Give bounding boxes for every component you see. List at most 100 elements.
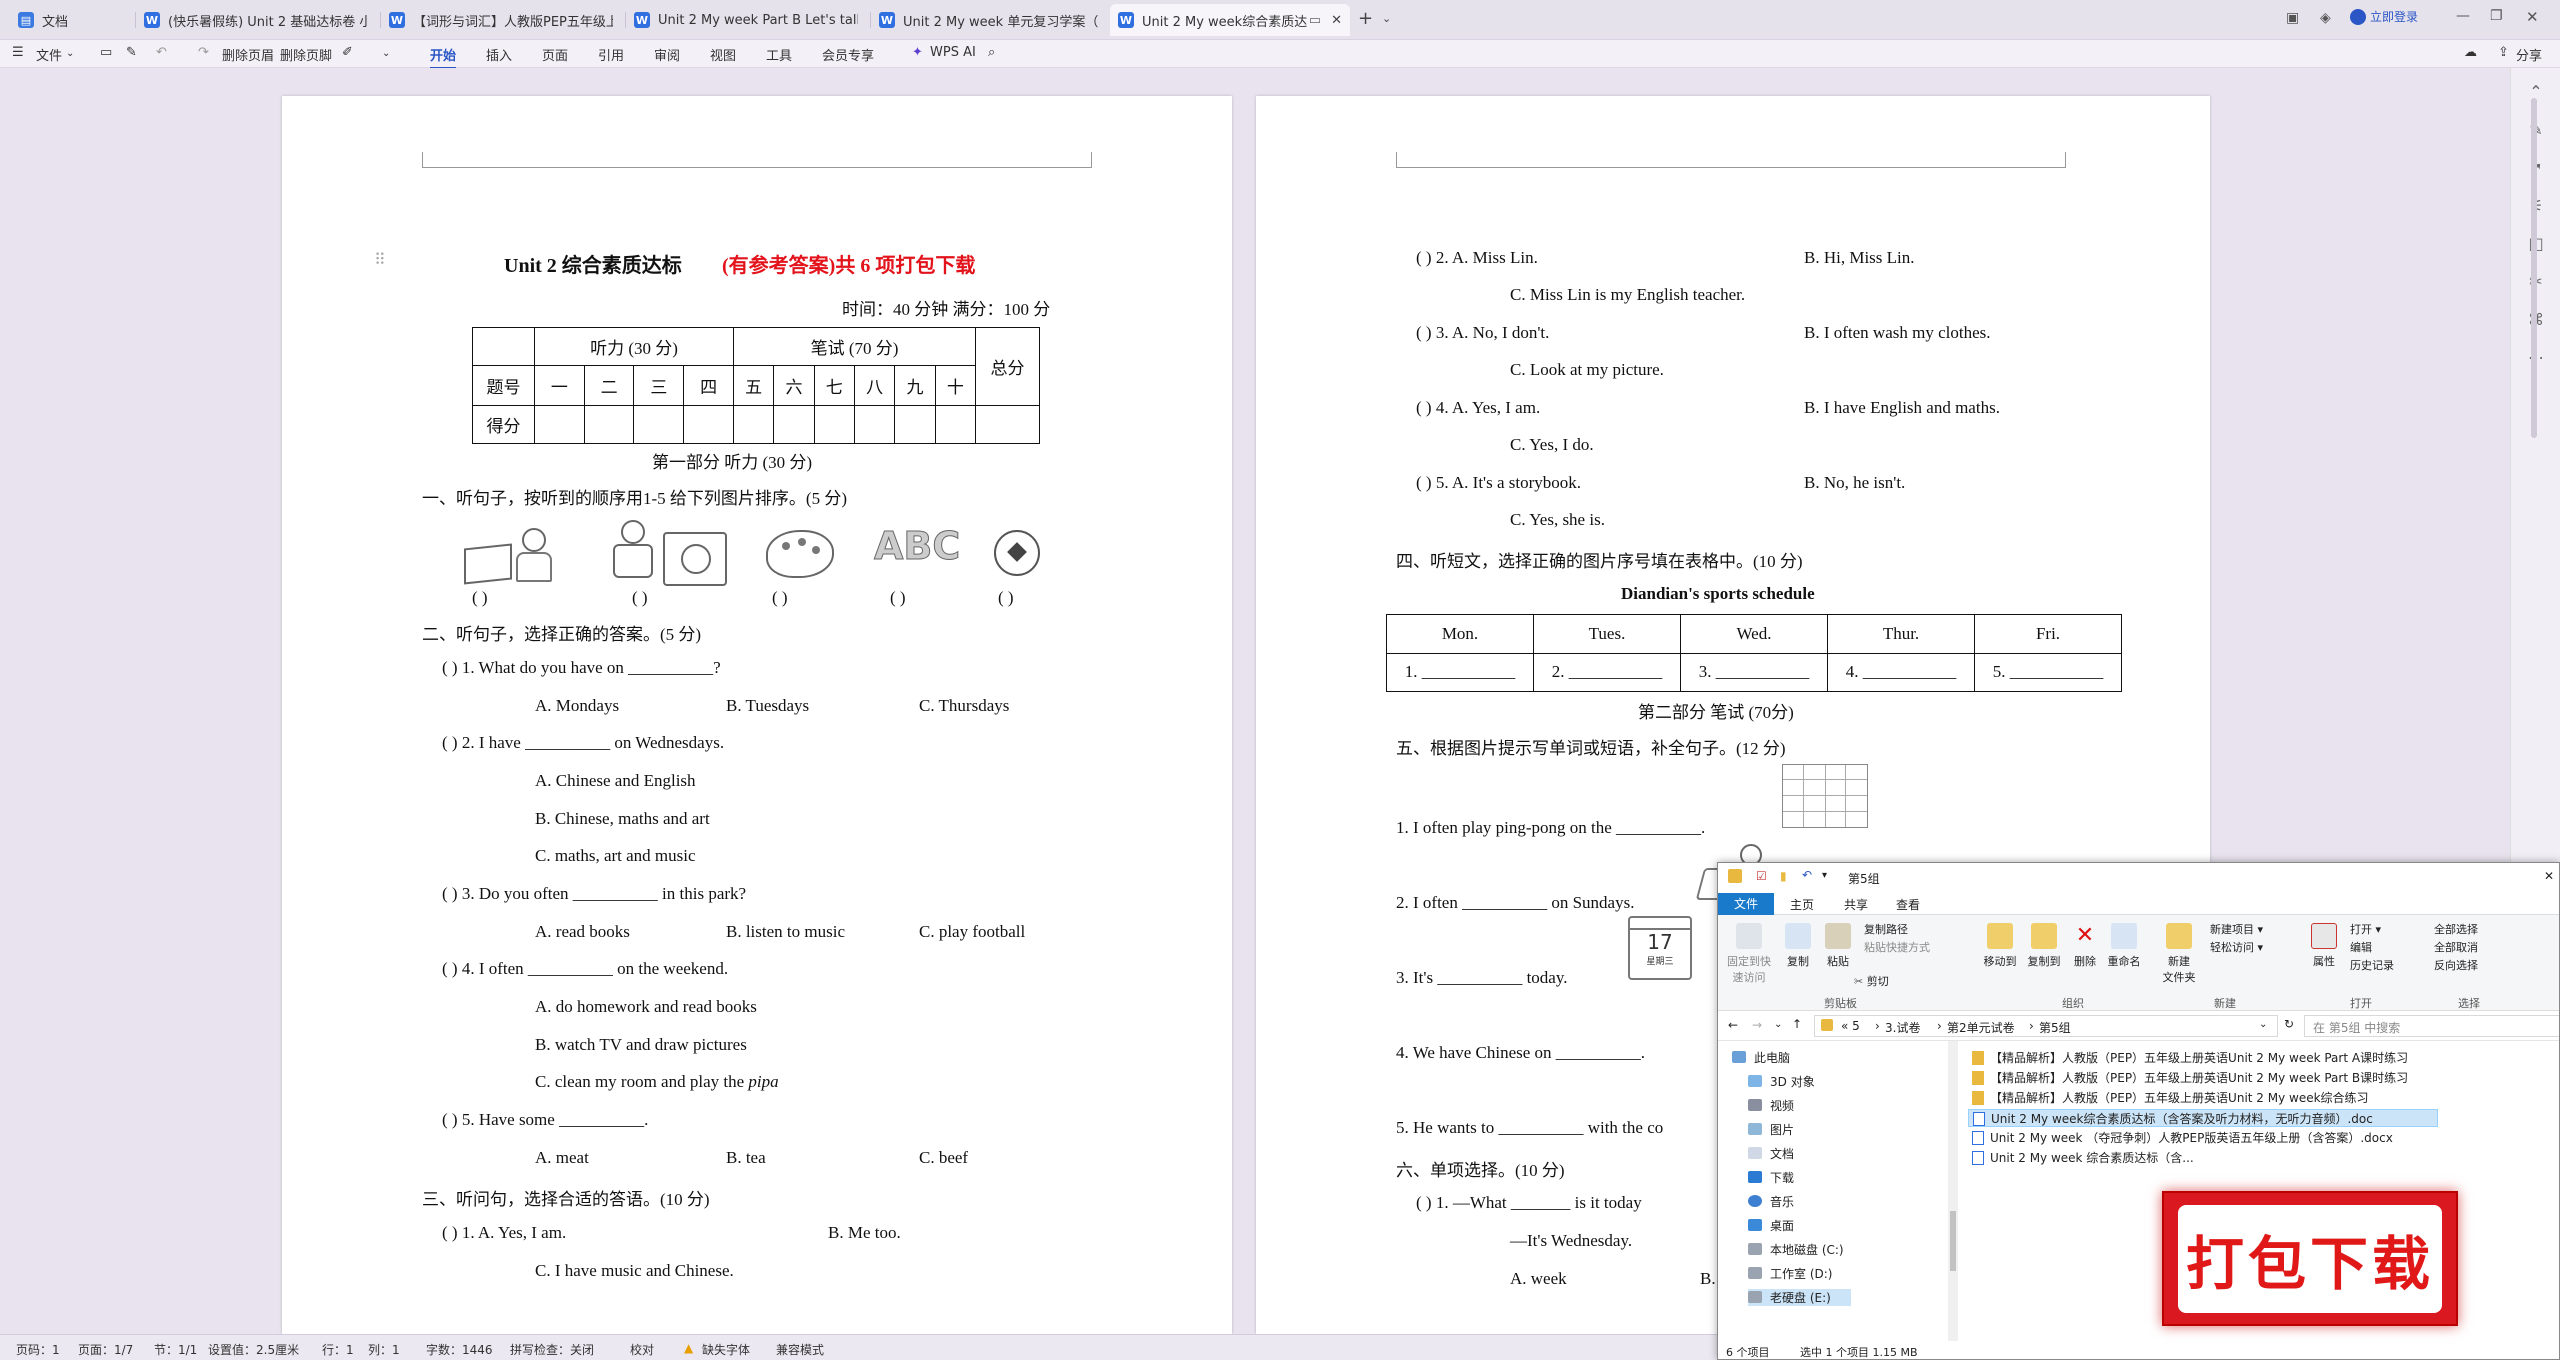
ribbon-tab-home[interactable]: 主页 <box>1790 896 1814 913</box>
history-button[interactable]: 历史记录 <box>2350 957 2394 973</box>
close-window-icon[interactable]: ✕ <box>2526 8 2539 26</box>
open-button[interactable]: 打开 ▾ <box>2350 921 2381 937</box>
list-item[interactable]: 【精品解析】人教版（PEP）五年级上册英语Unit 2 My week综合练习 <box>1968 1089 2438 1107</box>
nav-music[interactable]: 音乐 <box>1748 1193 1794 1210</box>
chevron-down-icon[interactable]: ⌄ <box>2259 1019 2267 1030</box>
wps-ai-button[interactable]: WPS AI <box>930 45 976 60</box>
tab-doc[interactable]: W (快乐暑假练) Unit 2 基础达标卷 小 <box>136 4 376 36</box>
nav-3d-objects[interactable]: 3D 对象 <box>1748 1073 1815 1090</box>
edit-button[interactable]: 编辑 <box>2350 939 2372 955</box>
chevron-down-icon[interactable]: ⌄ <box>66 48 74 59</box>
status-missing-font[interactable]: 缺失字体 <box>702 1341 750 1358</box>
invert-selection-button[interactable]: 反向选择 <box>2434 957 2478 973</box>
menu-tab-review[interactable]: 审阅 <box>654 45 680 64</box>
status-pages[interactable]: 页面：1/7 <box>78 1341 133 1358</box>
tab-doc[interactable]: WUnit 2 My week 单元复习学案（知识 <box>871 4 1106 36</box>
menu-tab-page[interactable]: 页面 <box>542 45 568 64</box>
minimize-window-icon[interactable]: — <box>2456 8 2470 24</box>
nav-desktop[interactable]: 桌面 <box>1748 1217 1794 1234</box>
cloud-icon[interactable]: ☁ <box>2464 45 2477 60</box>
vertical-scrollbar[interactable] <box>2531 98 2537 438</box>
chevron-down-icon[interactable]: ⌄ <box>1382 12 1391 25</box>
breadcrumb-item[interactable]: « 5 <box>1841 1019 1860 1033</box>
paste-shortcut-button[interactable]: 粘贴快捷方式 <box>1864 939 1930 955</box>
new-tab-icon[interactable]: + <box>1358 8 1373 29</box>
pin-quick-access-button[interactable]: 固定到快 速访问 <box>1726 923 1772 985</box>
delete-header-button[interactable]: 删除页眉 <box>222 45 274 64</box>
new-folder-icon[interactable]: ▮ <box>1780 869 1787 883</box>
menu-tab-tools[interactable]: 工具 <box>766 45 792 64</box>
list-item[interactable]: Unit 2 My week 综合素质达标（含... <box>1968 1149 2438 1167</box>
search-icon[interactable]: ⌕ <box>988 45 995 60</box>
close-window-icon[interactable]: ✕ <box>2544 869 2554 883</box>
paste-button[interactable]: 粘贴 <box>1822 923 1854 969</box>
file-menu[interactable]: 文件 <box>36 45 62 64</box>
menu-tab-reference[interactable]: 引用 <box>598 45 624 64</box>
tab-doc-active[interactable]: W Unit 2 My week综合素质达 ▭ ✕ <box>1110 4 1350 36</box>
nav-videos[interactable]: 视频 <box>1748 1097 1794 1114</box>
menu-tab-view[interactable]: 视图 <box>710 45 736 64</box>
delete-button[interactable]: ✕ 删除 <box>2070 923 2100 969</box>
list-item-selected[interactable]: Unit 2 My week综合素质达标（含答案及听力材料，无听力音频）.doc <box>1968 1109 2438 1127</box>
easy-access-button[interactable]: 轻松访问 ▾ <box>2210 939 2263 955</box>
nav-documents[interactable]: 文档 <box>1748 1145 1794 1162</box>
undo-icon[interactable]: ↶ <box>1802 868 1812 882</box>
forward-arrow-icon[interactable]: → <box>1752 1018 1762 1032</box>
save-icon[interactable]: ▭ <box>100 45 112 60</box>
new-item-button[interactable]: 新建项目 ▾ <box>2210 921 2263 937</box>
drag-handle-icon[interactable]: ⠿ <box>374 250 386 270</box>
restore-window-icon[interactable]: ❐ <box>2490 8 2503 24</box>
tab-doc[interactable]: W Unit 2 My week Part B Let's talk <box>626 4 866 36</box>
list-item[interactable]: 【精品解析】人教版（PEP）五年级上册英语Unit 2 My week Part… <box>1968 1069 2438 1087</box>
refresh-icon[interactable]: ↻ <box>2284 1017 2294 1031</box>
breadcrumb-item[interactable]: 3.试卷 <box>1885 1019 1920 1036</box>
nav-drive-c[interactable]: 本地磁盘 (C:) <box>1748 1241 1844 1258</box>
breadcrumb-item[interactable]: 第2单元试卷 <box>1947 1019 2015 1036</box>
status-proof[interactable]: 校对 <box>630 1341 654 1358</box>
delete-footer-button[interactable]: 删除页脚 <box>280 45 332 64</box>
breadcrumb-item[interactable]: 第5组 <box>2039 1019 2071 1036</box>
move-to-button[interactable]: 移动到 <box>1980 923 2020 969</box>
layout-icon[interactable]: ▣ <box>2286 10 2299 26</box>
rename-button[interactable]: 重命名 <box>2106 923 2142 969</box>
skin-icon[interactable]: ◈ <box>2320 10 2331 26</box>
properties-button[interactable]: 属性 <box>2308 923 2340 969</box>
new-folder-button[interactable]: 新建 文件夹 <box>2158 923 2200 985</box>
nav-scrollbar[interactable] <box>1948 1041 1958 1341</box>
menu-tab-insert[interactable]: 插入 <box>486 45 512 64</box>
nav-drive-e[interactable]: 老硬盘 (E:) <box>1748 1289 1851 1306</box>
list-item[interactable]: Unit 2 My week （夺冠争刺）人教PEP版英语五年级上册（含答案）.… <box>1968 1129 2438 1147</box>
login-button[interactable]: 立即登录 <box>2350 8 2418 25</box>
select-none-button[interactable]: 全部取消 <box>2434 939 2478 955</box>
download-package-badge[interactable]: 打包下载 <box>2162 1191 2458 1326</box>
chevron-down-icon[interactable]: ⌄ <box>382 48 390 59</box>
close-tab-icon[interactable]: ✕ <box>1331 13 1342 28</box>
select-all-button[interactable]: 全部选择 <box>2434 921 2478 937</box>
menu-tab-member[interactable]: 会员专享 <box>822 45 874 64</box>
nav-drive-d[interactable]: 工作室 (D:) <box>1748 1265 1832 1282</box>
nav-this-pc[interactable]: 此电脑 <box>1732 1049 1790 1066</box>
pen-icon[interactable]: ✐ <box>342 45 353 60</box>
copy-path-button[interactable]: 复制路径 <box>1864 921 1908 937</box>
search-input[interactable]: 在 第5组 中搜索 <box>2304 1015 2559 1037</box>
cut-button[interactable]: ✂ 剪切 <box>1854 973 1889 989</box>
tab-doc[interactable]: W 【词形与词汇】人教版PEP五年级上册 <box>381 4 621 36</box>
undo-icon[interactable]: ↶ <box>156 45 167 60</box>
chevron-down-icon[interactable]: ⌄ <box>1774 1019 1782 1030</box>
redo-icon[interactable]: ↷ <box>198 45 209 60</box>
address-input[interactable]: « 5 › 3.试卷 › 第2单元试卷 › 第5组 ⌄ <box>1814 1015 2278 1037</box>
nav-pictures[interactable]: 图片 <box>1748 1121 1794 1138</box>
list-item[interactable]: 【精品解析】人教版（PEP）五年级上册英语Unit 2 My week Part… <box>1968 1049 2438 1067</box>
ribbon-tab-share[interactable]: 共享 <box>1844 896 1868 913</box>
chevron-down-icon[interactable]: ▾ <box>1822 870 1827 881</box>
check-icon[interactable]: ☑ <box>1756 869 1767 883</box>
share-button[interactable]: 分享 <box>2516 45 2542 64</box>
status-word-count[interactable]: 字数：1446 <box>426 1341 493 1358</box>
status-spellcheck[interactable]: 拼写检查：关闭 <box>510 1341 594 1358</box>
back-arrow-icon[interactable]: ← <box>1728 1018 1738 1032</box>
ribbon-tab-file[interactable]: 文件 <box>1718 893 1774 915</box>
tab-docs-home[interactable]: ▤ 文档 <box>10 4 130 36</box>
nav-downloads[interactable]: 下载 <box>1748 1169 1794 1186</box>
format-painter-icon[interactable]: ✎ <box>126 45 137 60</box>
hamburger-icon[interactable]: ☰ <box>12 45 24 60</box>
